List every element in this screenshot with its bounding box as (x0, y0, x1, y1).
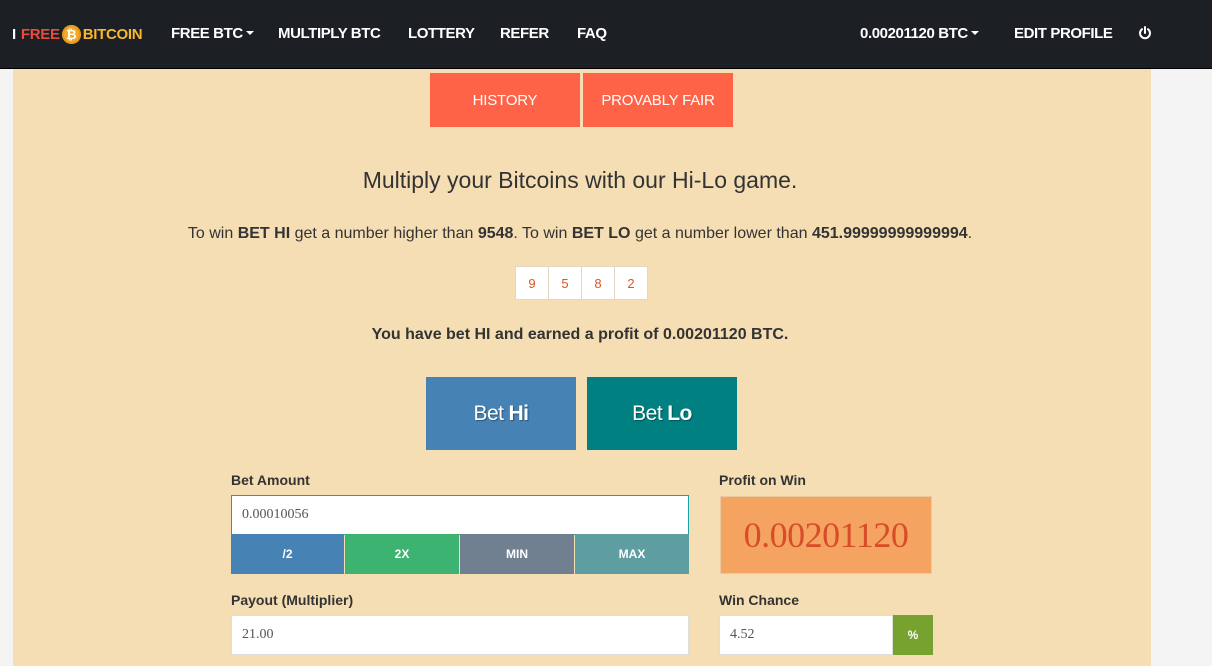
min-bet-button[interactable]: MIN (460, 534, 574, 574)
rolled-digit: 2 (614, 266, 648, 300)
max-bet-button[interactable]: MAX (575, 534, 689, 574)
logo-free: FREE (20, 25, 60, 43)
half-bet-button[interactable]: /2 (231, 534, 344, 574)
provably-fair-button[interactable]: PROVABLY FAIR (583, 73, 733, 127)
bet-amount-input[interactable]: 0.00010056 (231, 495, 689, 535)
power-icon[interactable] (1138, 26, 1152, 40)
rule-lo-mid: get a number lower than (630, 225, 812, 242)
caret-down-icon (970, 31, 979, 36)
rule-mid: . To win (513, 225, 572, 242)
nav-multiply-btc[interactable]: MULTIPLY BTC (278, 25, 381, 42)
caret-down-icon (245, 31, 254, 36)
win-chance-label: Win Chance (719, 592, 799, 608)
rolled-digit: 8 (581, 266, 615, 300)
bet-result-message: You have bet HI and earned a profit of 0… (371, 326, 789, 343)
rolled-digit: 9 (515, 266, 549, 300)
nav-edit-profile[interactable]: EDIT PROFILE (1014, 25, 1113, 42)
nav-balance-dropdown[interactable]: 0.00201120 BTC (860, 25, 979, 42)
logo-i: I (12, 25, 16, 43)
rolled-number: 9 5 8 2 (515, 266, 648, 300)
double-bet-button[interactable]: 2X (345, 534, 459, 574)
nav-lottery[interactable]: LOTTERY (408, 25, 475, 42)
balance-label: 0.00201120 BTC (860, 25, 968, 42)
profit-on-win-label: Profit on Win (719, 472, 806, 488)
bet-hi-strong: Hi (508, 401, 530, 425)
bet-amount-label: Bet Amount (231, 472, 310, 488)
rolled-digit: 5 (548, 266, 582, 300)
percent-addon: % (893, 615, 933, 655)
rule-bet-hi: BET HI (237, 225, 291, 242)
nav-free-btc[interactable]: FREE BTC (171, 25, 254, 42)
rule-prefix: To win (187, 225, 238, 242)
payout-label: Payout (Multiplier) (231, 592, 354, 608)
site-logo[interactable]: I FREE ₿ BITCOIN (12, 23, 143, 45)
bet-lo-strong: Lo (667, 401, 692, 425)
bitcoin-coin-icon: ₿ (61, 24, 81, 44)
rule-bet-lo: BET LO (571, 225, 631, 242)
rule-hi-mid: get a number higher than (290, 225, 478, 242)
logo-bitcoin: BITCOIN (82, 25, 143, 43)
nav-refer[interactable]: REFER (500, 25, 549, 42)
nav-faq[interactable]: FAQ (577, 25, 607, 42)
win-chance-input[interactable]: 4.52 (719, 615, 893, 655)
history-button[interactable]: HISTORY (430, 73, 580, 127)
bet-lo-prefix: Bet (632, 401, 663, 425)
rule-end: . (967, 225, 973, 242)
bet-hi-prefix: Bet (473, 401, 504, 425)
hi-threshold: 9548 (477, 225, 514, 242)
lo-threshold: 451.99999999999994 (811, 225, 968, 242)
top-navbar: I FREE ₿ BITCOIN FREE BTC MULTIPLY BTC L… (0, 0, 1212, 69)
payout-input[interactable]: 21.00 (231, 615, 689, 655)
profit-on-win-value: 0.00201120 (720, 496, 932, 574)
win-rules-text: To win BET HI get a number higher than 9… (0, 225, 1160, 243)
game-panel (13, 69, 1151, 666)
bet-lo-button[interactable]: Bet Lo (587, 377, 737, 450)
bet-hi-button[interactable]: Bet Hi (426, 377, 576, 450)
page-title: Multiply your Bitcoins with our Hi-Lo ga… (362, 167, 798, 193)
nav-free-btc-label: FREE BTC (171, 25, 243, 42)
page-gutter (1151, 69, 1212, 666)
